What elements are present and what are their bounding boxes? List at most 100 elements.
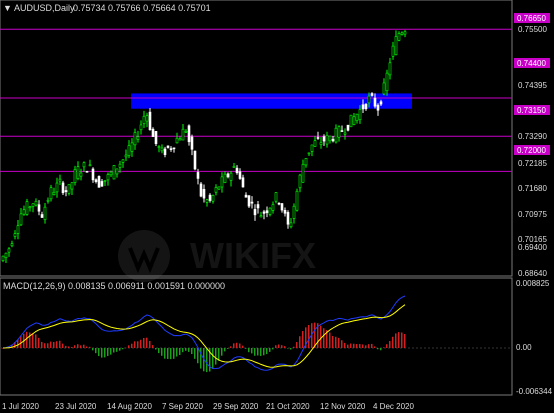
macd-histogram-bar	[80, 345, 82, 348]
watermark-text: WIKIFX	[190, 235, 316, 276]
macd-histogram-bar	[179, 348, 181, 356]
candle-body	[352, 116, 356, 125]
macd-histogram-bar	[308, 325, 310, 348]
macd-histogram-bar	[134, 341, 136, 348]
macd-histogram-bar	[389, 341, 391, 348]
macd-histogram-bar	[32, 333, 34, 348]
macd-histogram-bar	[143, 338, 145, 348]
macd-histogram-bar	[224, 348, 226, 352]
candle-body	[328, 135, 332, 142]
candle-body	[271, 204, 275, 211]
candle-body	[307, 152, 311, 155]
candle-body	[355, 113, 359, 121]
candle-body	[49, 187, 53, 200]
candle-body	[28, 206, 32, 209]
candle-body	[289, 222, 293, 228]
candle-body	[19, 213, 23, 226]
candle-body	[106, 174, 110, 181]
candle-body	[283, 209, 287, 214]
candle-body	[382, 82, 386, 95]
macd-histogram-bar	[221, 348, 223, 356]
candle-body	[88, 164, 92, 167]
header-arrow-icon[interactable]: ▼	[3, 3, 12, 13]
candle-body	[151, 128, 155, 137]
macd-histogram-bar	[29, 332, 31, 348]
macd-histogram-bar	[335, 336, 337, 348]
candle-body	[79, 172, 83, 177]
macd-histogram-bar	[98, 348, 100, 357]
macd-histogram-bar	[242, 345, 244, 348]
candle-body	[136, 136, 140, 140]
candle-body	[346, 124, 350, 131]
macd-histogram-bar	[395, 333, 397, 348]
macd-histogram-bar	[140, 339, 142, 348]
macd-histogram-bar	[41, 341, 43, 348]
macd-histogram-bar	[155, 348, 157, 350]
candle-body	[112, 165, 116, 180]
candle-body	[22, 209, 26, 215]
candle-body	[184, 130, 188, 133]
macd-histogram-bar	[272, 348, 274, 350]
macd-histogram-bar	[44, 343, 46, 348]
time-tick: 1 Jul 2020	[2, 402, 39, 411]
macd-histogram-bar	[239, 343, 241, 348]
candle-body	[7, 248, 11, 253]
candle-body	[34, 200, 38, 206]
candle-body	[1, 255, 5, 261]
macd-histogram-bar	[344, 342, 346, 348]
macd-histogram-bar	[167, 348, 169, 359]
candle-body	[235, 167, 239, 174]
candle-body	[40, 214, 44, 218]
candle-body	[16, 225, 20, 234]
trading-chart-window[interactable]: WIKIFX ▼ AUDUSD,Daily 0.75734 0.75766 0.…	[0, 0, 554, 413]
macd-histogram-bar	[74, 345, 76, 348]
candle-body	[238, 171, 242, 179]
candle-body	[340, 130, 344, 132]
candle-body	[370, 93, 374, 96]
candle-body	[73, 169, 77, 183]
candle-body	[205, 199, 209, 203]
macd-histogram-bar	[200, 348, 202, 369]
macd-histogram-bar	[77, 344, 79, 348]
macd-histogram-bar	[218, 348, 220, 361]
macd-histogram-bar	[269, 348, 271, 352]
candle-body	[265, 210, 269, 214]
macd-histogram-bar	[383, 347, 385, 348]
candle-body	[76, 166, 80, 179]
macd-histogram-bar	[122, 348, 124, 350]
candle-body	[403, 31, 407, 35]
candle-body	[391, 45, 395, 57]
candle-body	[394, 36, 398, 56]
macd-histogram-bar	[323, 328, 325, 348]
macd-histogram-bar	[191, 348, 193, 355]
candle-body	[64, 190, 68, 193]
candle-body	[187, 125, 191, 143]
price-tick: 0.70975	[518, 210, 547, 219]
candle-body	[337, 126, 341, 138]
macd-histogram-bar	[146, 337, 148, 348]
candle-body	[325, 134, 329, 145]
level-label: 0.73150	[517, 106, 546, 115]
macd-histogram-bar	[374, 346, 376, 348]
macd-histogram-bar	[194, 348, 196, 359]
price-tick: 0.71680	[518, 184, 547, 193]
time-tick: 14 Aug 2020	[107, 402, 152, 411]
macd-histogram-bar	[404, 334, 406, 348]
macd-histogram-bar	[104, 348, 106, 358]
macd-tick: 0.00	[516, 343, 532, 352]
macd-histogram-bar	[275, 345, 277, 348]
candle-body	[70, 182, 74, 190]
macd-histogram-bar	[299, 336, 301, 348]
candle-body	[280, 203, 284, 211]
macd-histogram-bar	[83, 344, 85, 348]
candle-body	[217, 186, 221, 190]
candle-body	[259, 215, 263, 218]
candle-body	[223, 173, 227, 183]
candle-body	[169, 148, 173, 150]
macd-histogram-bar	[161, 348, 163, 356]
macd-histogram-bar	[350, 343, 352, 348]
candle-body	[253, 209, 257, 216]
candle-body	[82, 162, 86, 168]
macd-histogram-bar	[392, 336, 394, 348]
macd-histogram-bar	[227, 348, 229, 349]
